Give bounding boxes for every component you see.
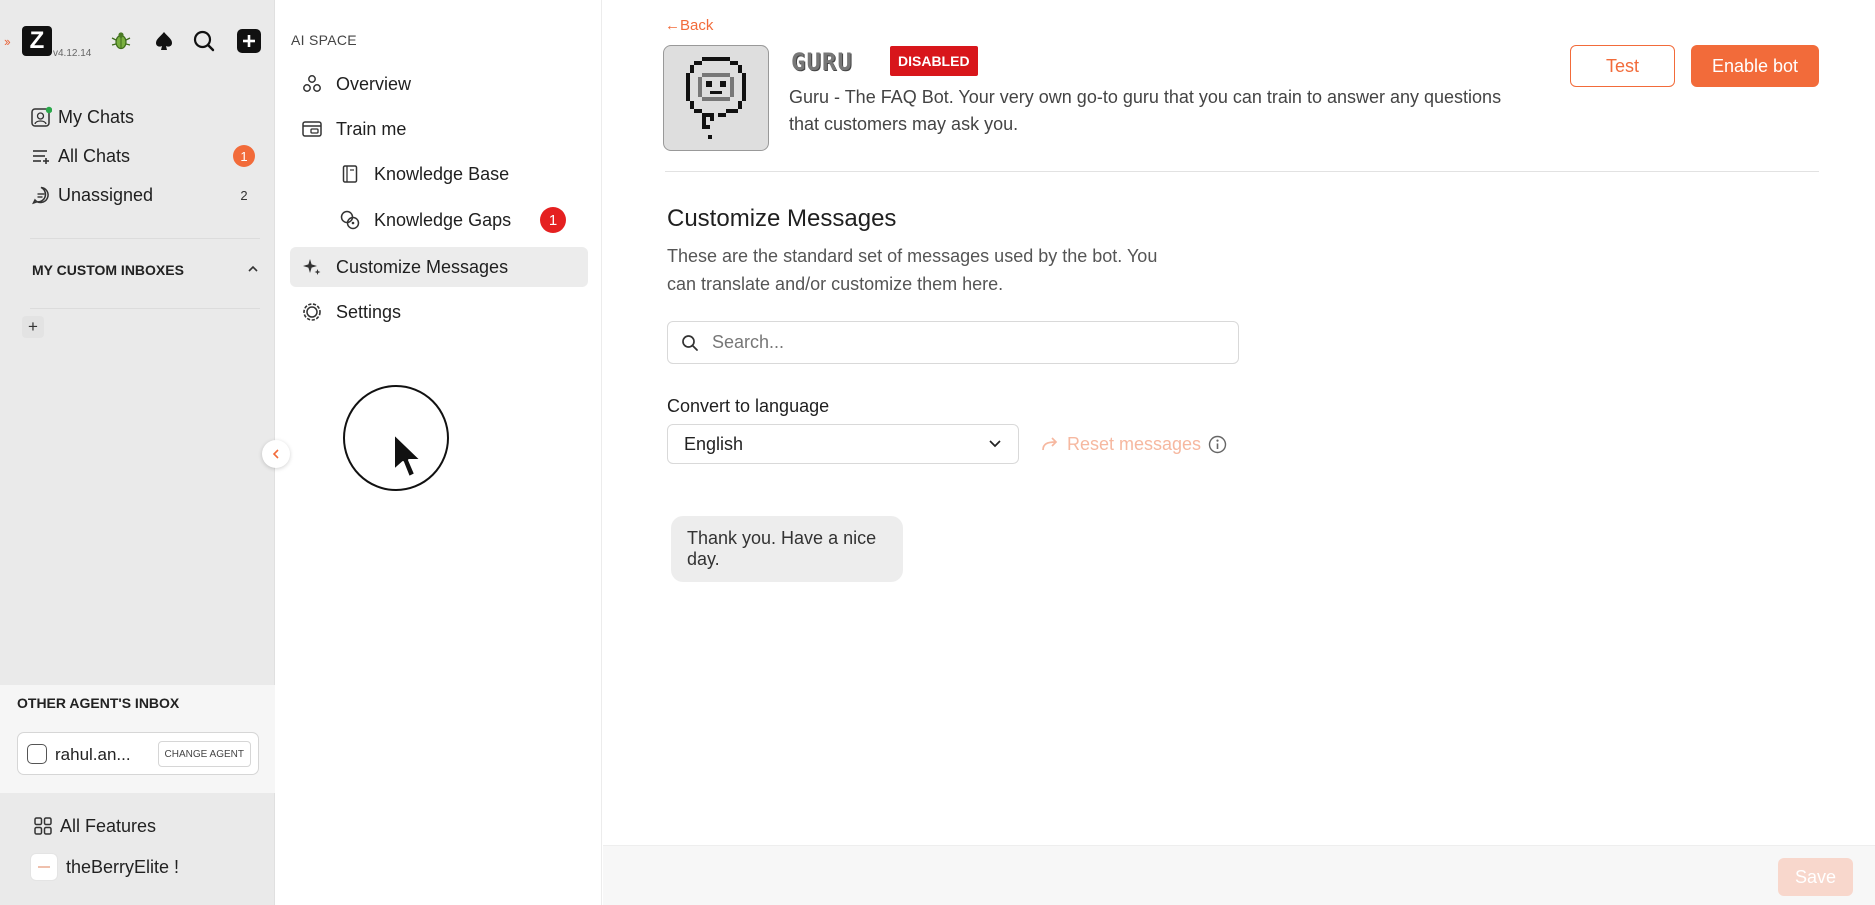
search-input[interactable] [712,332,1212,353]
chat-bubble-icon [30,184,52,206]
reset-messages-link[interactable]: Reset messages [1039,430,1227,458]
mouse-pointer-icon [393,433,422,478]
org-avatar [30,853,58,881]
grid-icon [32,815,54,837]
list-filter-icon [30,145,52,167]
overview-icon [300,72,324,96]
my-chats-icon [30,106,52,128]
divider [665,171,1819,172]
sparkle-icon [300,255,324,279]
ai-nav-overview[interactable]: Overview [290,64,588,104]
agent-name: rahul.an... [55,745,131,764]
info-icon[interactable] [1207,434,1227,454]
reset-messages-label: Reset messages [1067,433,1202,454]
sidebar-topbar: ›› Z v4.12.14 [0,0,275,86]
ai-nav-label: Knowledge Base [374,163,510,184]
message-bubble[interactable]: Thank you. Have a nice day. [671,516,903,582]
chevron-down-icon [988,434,1002,455]
bot-avatar [663,45,769,151]
expand-chevron-icon[interactable]: ›› [4,34,11,49]
spade-icon[interactable] [151,28,177,54]
other-agent-inbox: OTHER AGENT'S INBOX rahul.an... CHANGE A… [0,685,275,793]
nav-label: Unassigned [58,184,154,205]
app-version: v4.12.14 [53,48,92,59]
chevron-up-icon[interactable] [246,262,260,279]
agent-selector[interactable]: rahul.an... CHANGE AGENT [17,732,259,775]
ai-nav-label: Knowledge Gaps [374,209,512,230]
nav-unassigned[interactable]: Unassigned 2 [30,180,255,210]
nav-label: All Chats [58,145,131,166]
nav-all-chats[interactable]: All Chats 1 [30,141,255,171]
search-icon [680,333,700,353]
ai-nav-label: Overview [336,73,412,94]
pixel-bot-icon [686,57,746,139]
test-button[interactable]: Test [1570,45,1675,87]
ai-nav-label: Settings [336,301,402,322]
app-logo[interactable]: Z [22,26,52,56]
all-features-label: All Features [60,815,157,836]
main-content: ←Back GURU DISABLED Guru - The FAQ Bot. … [603,0,1875,905]
divider [30,308,260,309]
org-switcher[interactable]: theBerryElite ! [30,853,179,881]
language-label: Convert to language [667,396,830,416]
new-chat-icon[interactable] [236,28,262,54]
org-name: theBerryElite ! [66,856,180,877]
gear-icon [300,300,324,324]
search-icon[interactable] [191,28,217,54]
ai-nav-customize-messages[interactable]: Customize Messages [290,247,588,287]
collapse-sidebar-button[interactable] [262,440,290,468]
bug-icon[interactable] [108,28,134,54]
ai-nav-settings[interactable]: Settings [290,292,588,332]
back-link[interactable]: ←Back [665,17,713,34]
search-field[interactable] [667,321,1239,364]
all-chats-count-badge: 1 [233,145,255,167]
app-sidebar: ›› Z v4.12.14 My Chats All Chats 1 Unass… [0,0,275,905]
ai-nav-label: Customize Messages [336,256,509,277]
ai-nav-train-me[interactable]: Train me [290,109,588,149]
custom-inboxes-header[interactable]: MY CUSTOM INBOXES [32,262,260,279]
enable-bot-button[interactable]: Enable bot [1691,45,1819,87]
other-inbox-title: OTHER AGENT'S INBOX [17,695,180,711]
knowledge-gaps-count-badge: 1 [540,207,566,233]
ai-nav-knowledge-base[interactable]: Knowledge Base [290,154,588,194]
train-icon [300,117,324,141]
footer-bar: Save [603,845,1875,905]
nav-my-chats[interactable]: My Chats [30,102,255,132]
knowledge-gaps-icon [338,208,362,232]
section-title: Customize Messages [667,205,897,232]
change-agent-button[interactable]: CHANGE AGENT [157,741,251,767]
nav-label: My Chats [58,106,135,127]
add-inbox-button[interactable]: + [22,316,44,338]
save-button[interactable]: Save [1778,858,1853,896]
bot-name: GURU [791,48,853,76]
message-text: Thank you. Have a nice day. [687,528,877,569]
redo-arrow-icon [1039,433,1061,455]
status-badge: DISABLED [890,46,978,76]
all-features-link[interactable]: All Features [32,815,156,837]
language-select[interactable]: English [667,424,1019,464]
custom-inboxes-title: MY CUSTOM INBOXES [32,262,184,278]
ai-nav-label: Train me [336,118,407,139]
language-selected-value: English [684,433,744,454]
unassigned-count: 2 [240,187,248,203]
ai-space-title: AI SPACE [291,32,357,48]
ai-nav-knowledge-gaps[interactable]: Knowledge Gaps 1 [290,200,588,240]
book-icon [338,162,362,186]
section-description: These are the standard set of messages u… [667,246,1158,294]
bot-description: Guru - The FAQ Bot. Your very own go-to … [789,87,1502,134]
divider [30,238,260,239]
agent-avatar [27,744,47,764]
